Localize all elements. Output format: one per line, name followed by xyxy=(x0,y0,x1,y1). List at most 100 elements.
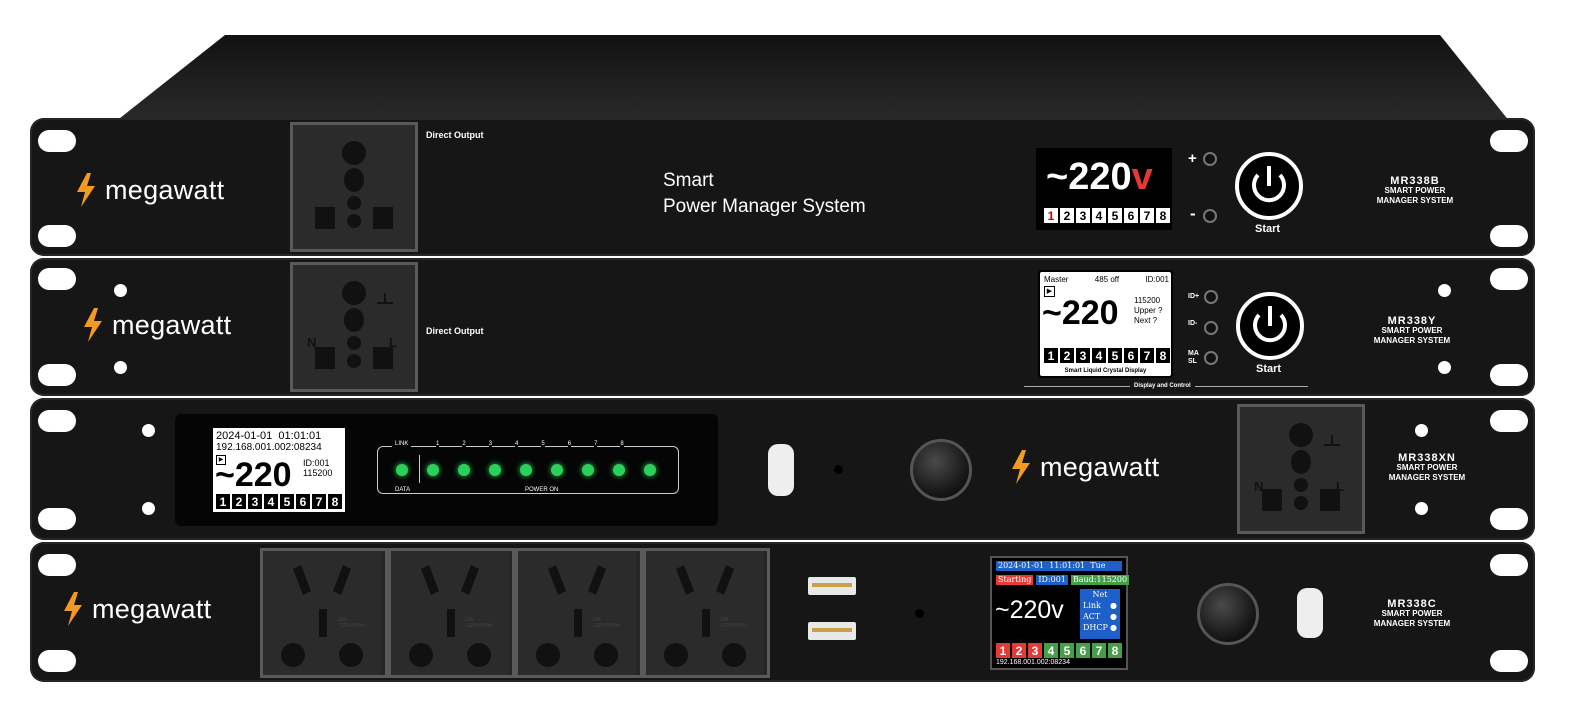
minus-button[interactable] xyxy=(1203,209,1217,223)
channel-indicator: 3 xyxy=(1076,208,1090,223)
model-label: MR338C SMART POWER MANAGER SYSTEM xyxy=(1373,598,1451,629)
channel-indicators: 1 2 3 4 5 6 7 8 xyxy=(996,643,1122,658)
voltage-readout: ~220v xyxy=(1046,156,1153,198)
tft-ip: 192.168.001.002:08234 xyxy=(996,659,1070,666)
channel-indicator: 1 xyxy=(216,494,230,509)
rack-ear-slot xyxy=(38,268,76,290)
power-led xyxy=(427,464,439,476)
title-line-1: Smart xyxy=(663,170,714,191)
channel-indicator: 8 xyxy=(1156,208,1170,223)
id-minus-button[interactable] xyxy=(1204,321,1218,335)
tft-display: 2024-01-01 11:01:01 Tue Starting ID:001 … xyxy=(990,556,1130,670)
net-item: DHCP xyxy=(1083,623,1108,632)
lightning-icon xyxy=(77,173,95,207)
outlet-icon xyxy=(518,551,636,675)
rack-ear-slot xyxy=(38,554,76,576)
brand-name: megawatt xyxy=(112,309,232,340)
rack-ear-slot xyxy=(1490,225,1528,247)
channel-indicator: 3 xyxy=(1028,643,1042,658)
power-led xyxy=(458,464,470,476)
indicator-hole xyxy=(915,609,924,618)
lcd-side-info: ID:001 115200 xyxy=(303,458,333,478)
universal-socket-icon xyxy=(293,125,415,249)
model-label: MR338XN SMART POWER MANAGER SYSTEM xyxy=(1388,452,1466,483)
brand-logo: megawatt xyxy=(1010,450,1159,484)
power-led xyxy=(582,464,594,476)
channel-indicator: 4 xyxy=(1092,208,1106,223)
outlet-icon xyxy=(390,551,509,675)
rack-ear-slot xyxy=(1490,268,1528,290)
rack-ear-slot xyxy=(38,364,76,386)
led-number: 4 xyxy=(515,441,519,447)
net-item: Link xyxy=(1083,601,1101,610)
plus-button[interactable] xyxy=(1203,152,1217,166)
rack-ear-slot xyxy=(1490,554,1528,576)
lightning-icon xyxy=(64,592,82,626)
link-label: LINK xyxy=(392,441,412,447)
link-led xyxy=(396,464,408,476)
status-dot-icon: ● xyxy=(1110,623,1117,632)
channel-indicator: 6 xyxy=(1124,208,1138,223)
lcd-datetime: 2024-01-01 01:01:01 xyxy=(216,430,322,442)
rack-ear-slot xyxy=(38,130,76,152)
model-label: MR338Y SMART POWER MANAGER SYSTEM xyxy=(1373,315,1451,346)
control-knob[interactable] xyxy=(910,439,972,501)
net-title: Net xyxy=(1092,590,1108,599)
channel-indicator: 5 xyxy=(1060,643,1074,658)
outlet-icon xyxy=(645,551,764,675)
usb-c-port[interactable] xyxy=(1297,588,1323,638)
universal-socket-icon xyxy=(293,265,415,389)
id-plus-button[interactable] xyxy=(1204,290,1218,304)
channel-indicator: 2 xyxy=(1012,643,1026,658)
outlet-socket: 10A ~220V/50Hz xyxy=(645,551,768,675)
channel-indicators: 1 2 3 4 5 6 7 8 xyxy=(216,494,342,509)
lcd-voltage: ~220 xyxy=(215,456,292,494)
mounting-screw xyxy=(114,284,127,297)
led-number: 1 xyxy=(436,441,440,447)
section-label: Display and Control xyxy=(1130,383,1195,389)
outlet-bank: 10A ~220V/50Hz 10A ~220V/50Hz 10A ~220V/… xyxy=(260,548,770,678)
power-led xyxy=(489,464,501,476)
lcd-caption: Smart Liquid Crystal Display xyxy=(1064,368,1147,374)
usb-a-port[interactable] xyxy=(808,577,856,595)
start-label: Start xyxy=(1255,223,1281,235)
lightning-icon xyxy=(1012,450,1030,484)
id-minus-label: ID- xyxy=(1188,320,1198,327)
start-button[interactable] xyxy=(1235,152,1303,220)
power-led xyxy=(613,464,625,476)
channel-indicator: 7 xyxy=(1140,348,1154,363)
channel-indicator: 1 xyxy=(1044,348,1058,363)
status-dot-icon: ● xyxy=(1110,612,1117,621)
universal-socket-icon xyxy=(1240,407,1362,531)
outlet-socket: 10A ~220V/50Hz xyxy=(518,551,646,675)
usb-a-port[interactable] xyxy=(808,622,856,640)
tft-datetime: 2024-01-01 11:01:01 Tue xyxy=(996,561,1122,571)
control-knob[interactable] xyxy=(1197,583,1259,645)
mounting-screw xyxy=(1415,424,1428,437)
rack-ear-slot xyxy=(1490,130,1528,152)
outlet-rating: 10A ~220V/50Hz xyxy=(592,617,620,629)
socket-l-label: L xyxy=(389,335,397,350)
direct-output-socket: N L xyxy=(290,262,418,392)
socket-n-label: N xyxy=(307,335,317,350)
direct-output-label: Direct Output xyxy=(426,326,484,336)
power-icon xyxy=(1253,306,1287,343)
channel-indicator: 8 xyxy=(328,494,342,509)
channel-indicator: 8 xyxy=(1108,643,1122,658)
unit-mr338y: megawatt N L Direct Output Master 485 of… xyxy=(30,258,1535,396)
brand-name: megawatt xyxy=(105,174,225,205)
power-on-label: POWER ON xyxy=(522,487,562,493)
usb-c-port[interactable] xyxy=(768,444,794,496)
start-button[interactable] xyxy=(1236,292,1304,360)
indicator-hole xyxy=(834,465,843,474)
channel-indicator: 2 xyxy=(1060,348,1074,363)
brand-logo: megawatt xyxy=(62,592,211,626)
led-number: 3 xyxy=(488,441,493,447)
product-title: Smart Power Manager System xyxy=(663,168,866,220)
ma-sl-button[interactable] xyxy=(1204,351,1218,365)
rack-ear-slot xyxy=(1490,508,1528,530)
unit-mr338b: megawatt Direct Output Smart Power Manag… xyxy=(30,118,1535,256)
channel-indicator: 6 xyxy=(1124,348,1138,363)
outlet-rating: 10A ~220V/50Hz xyxy=(464,617,493,629)
rack-ear-slot xyxy=(1490,364,1528,386)
